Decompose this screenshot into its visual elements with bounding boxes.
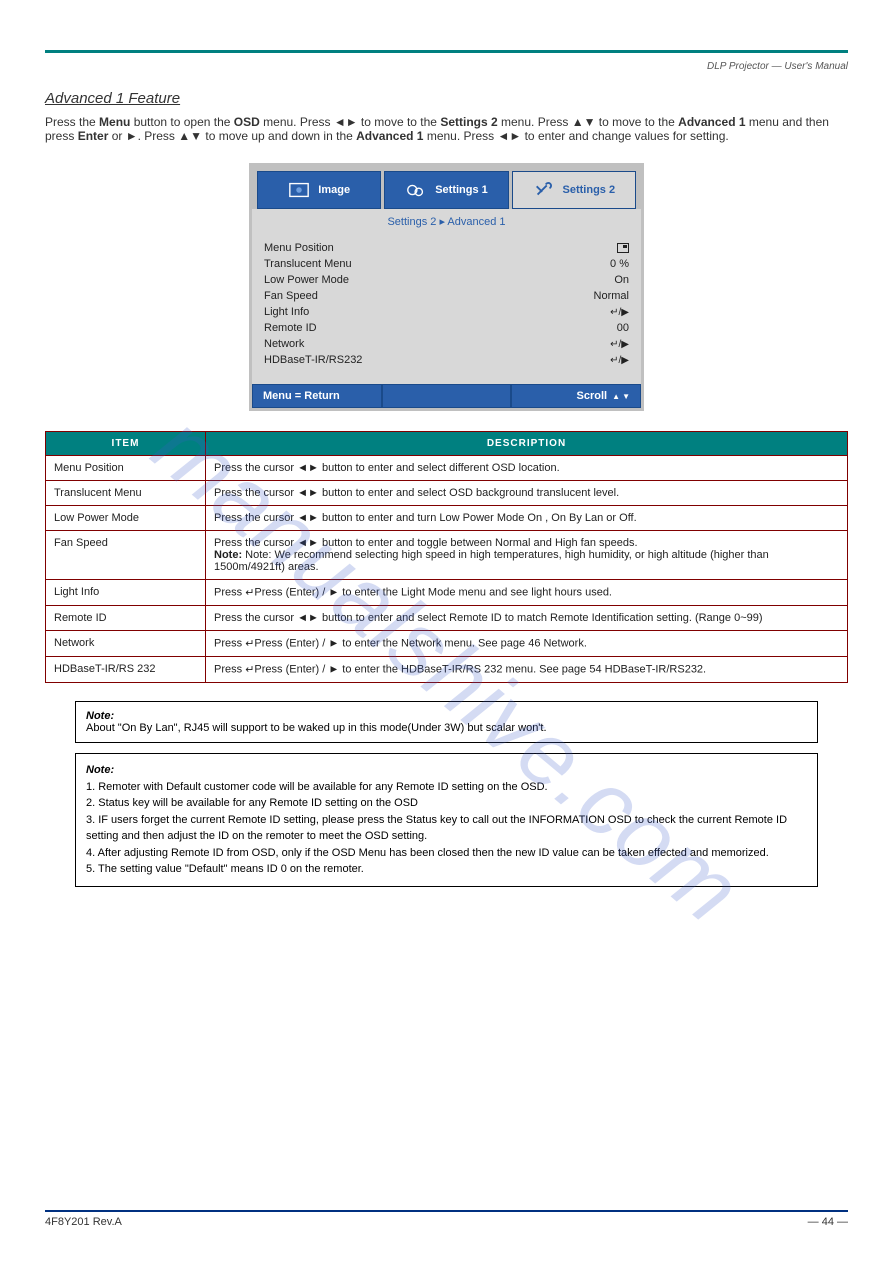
enter-select-icon xyxy=(610,354,629,366)
note1-text: About "On By Lan", RJ45 will support to … xyxy=(86,722,807,734)
osd-footer-return[interactable]: Menu = Return xyxy=(252,384,382,408)
tab-settings1-label: Settings 1 xyxy=(435,184,488,196)
osd-row-menu-position[interactable]: Menu Position xyxy=(264,240,629,256)
note2-line: 4. After adjusting Remote ID from OSD, o… xyxy=(86,845,807,862)
section-nav-instructions: Press the Menu button to open the OSD me… xyxy=(45,115,848,143)
note2-line: 3. IF users forget the current Remote ID… xyxy=(86,812,807,845)
header-rule xyxy=(45,50,848,53)
note-box-1: Note: About "On By Lan", RJ45 will suppo… xyxy=(75,701,818,743)
tab-image[interactable]: Image xyxy=(257,171,381,209)
osd-footer: Menu = Return Scroll xyxy=(252,384,641,408)
page-header-text: DLP Projector — User's Manual xyxy=(45,61,848,72)
osd-row-fan-speed[interactable]: Fan SpeedNormal xyxy=(264,288,629,304)
position-icon xyxy=(617,243,629,253)
triangle-up-icon xyxy=(610,390,620,402)
note2-line: 1. Remoter with Default customer code wi… xyxy=(86,779,807,796)
osd-breadcrumb: Settings 2 ▸ Advanced 1 xyxy=(252,209,641,234)
table-header-row: ITEM DESCRIPTION xyxy=(46,432,848,456)
note2-line: 5. The setting value "Default" means ID … xyxy=(86,861,807,878)
image-icon xyxy=(288,180,310,200)
table-row: HDBaseT-IR/RS 232Press ↵Press (Enter) / … xyxy=(46,657,848,683)
table-row: Remote IDPress the cursor ◄► button to e… xyxy=(46,606,848,631)
table-row: NetworkPress ↵Press (Enter) / ► to enter… xyxy=(46,631,848,657)
triangle-down-icon xyxy=(620,390,630,402)
wrench-icon xyxy=(533,180,555,200)
osd-footer-scroll[interactable]: Scroll xyxy=(511,384,641,408)
footer-revision: 4F8Y201 Rev.A xyxy=(45,1216,122,1228)
osd-row-remote-id[interactable]: Remote ID00 xyxy=(264,320,629,336)
fan-speed-note: Note: Note: We recommend selecting high … xyxy=(214,549,839,573)
section-title: Advanced 1 Feature xyxy=(45,90,848,107)
osd-footer-spacer xyxy=(382,384,512,408)
osd-panel: Image Settings 1 Settings 2 Settings 2 ▸… xyxy=(249,163,644,411)
tab-settings2-label: Settings 2 xyxy=(563,184,616,196)
settings-description-table: ITEM DESCRIPTION Menu PositionPress the … xyxy=(45,431,848,683)
table-row: Low Power ModePress the cursor ◄► button… xyxy=(46,506,848,531)
footer-page-number: — 44 — xyxy=(808,1216,848,1228)
tab-image-label: Image xyxy=(318,184,350,196)
osd-row-hdbaset[interactable]: HDBaseT-IR/RS232 xyxy=(264,352,629,368)
page-footer: 4F8Y201 Rev.A — 44 — xyxy=(0,1210,893,1228)
osd-row-light-info[interactable]: Light Info xyxy=(264,304,629,320)
table-row: Translucent MenuPress the cursor ◄► butt… xyxy=(46,481,848,506)
enter-select-icon xyxy=(610,306,629,318)
tab-settings2[interactable]: Settings 2 xyxy=(512,171,636,209)
tab-settings1[interactable]: Settings 1 xyxy=(384,171,508,209)
osd-item-list: Menu Position Translucent Menu0 % Low Po… xyxy=(252,234,641,384)
fan-speed-line1: Press the cursor ◄► button to enter and … xyxy=(214,537,839,549)
table-row: Menu PositionPress the cursor ◄► button … xyxy=(46,456,848,481)
osd-row-translucent-menu[interactable]: Translucent Menu0 % xyxy=(264,256,629,272)
col-description: DESCRIPTION xyxy=(206,432,848,456)
osd-row-network[interactable]: Network xyxy=(264,336,629,352)
table-row: Light InfoPress ↵Press (Enter) / ► to en… xyxy=(46,580,848,606)
col-item: ITEM xyxy=(46,432,206,456)
gear-icon xyxy=(405,180,427,200)
osd-tabs: Image Settings 1 Settings 2 xyxy=(252,166,641,209)
table-row: Fan Speed Press the cursor ◄► button to … xyxy=(46,531,848,580)
note2-line: 2. Status key will be available for any … xyxy=(86,795,807,812)
osd-row-low-power-mode[interactable]: Low Power ModeOn xyxy=(264,272,629,288)
note-box-2: Note: 1. Remoter with Default customer c… xyxy=(75,753,818,887)
enter-select-icon xyxy=(610,338,629,350)
